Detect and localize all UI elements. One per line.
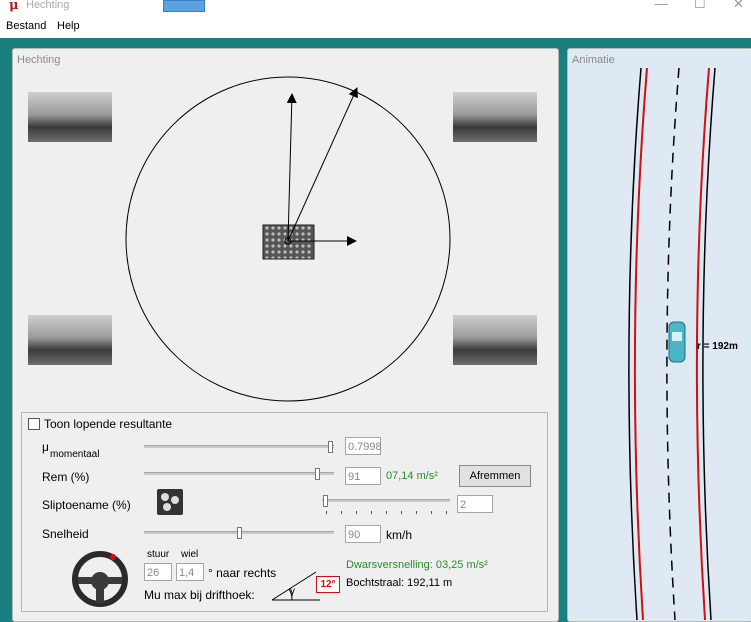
speed-label: Snelheid <box>42 527 89 541</box>
menu-bar: Bestand Help <box>0 16 751 38</box>
panel-title: Hechting <box>17 54 61 66</box>
road-edge-left-red <box>633 68 648 620</box>
speed-unit: km/h <box>386 528 413 542</box>
show-resultant-checkbox[interactable] <box>28 418 40 430</box>
angle-value-box: 12° <box>316 576 340 593</box>
mu-subscript: momentaal <box>50 449 100 460</box>
friction-circle-diagram <box>125 76 451 402</box>
force-arrow-diagonal <box>287 87 358 242</box>
mu-value-field[interactable]: 0.7998 <box>345 437 382 455</box>
slip-slider-track <box>322 499 450 502</box>
slip-label: Sliptoename (%) <box>42 498 131 512</box>
radius-label: r = 192m <box>697 341 738 352</box>
title-bar: μ Hechting — ☐ ✕ <box>0 0 751 16</box>
animation-panel-title: Animatie <box>572 54 615 66</box>
car-icon <box>668 321 686 363</box>
rem-slider-track <box>144 472 334 475</box>
tire-image-front-right <box>453 92 537 142</box>
rem-label: Rem (%) <box>42 470 90 484</box>
rem-deceleration: 07,14 m/s² <box>386 470 438 482</box>
stuur-label: stuur <box>147 549 170 560</box>
close-icon[interactable]: ✕ <box>733 0 744 12</box>
maximize-icon[interactable]: ☐ <box>694 0 706 12</box>
mu-max-label: Mu max bij drifthoek: <box>144 588 255 602</box>
tire-image-front-left <box>28 92 112 142</box>
tire-image-rear-right <box>453 315 537 365</box>
app-icon: μ <box>9 0 19 13</box>
taskbar-highlight <box>163 0 205 12</box>
gamma-symbol: γ <box>290 586 295 597</box>
tire-image-rear-left <box>28 315 112 365</box>
slip-slider-ticks <box>326 511 448 514</box>
menu-bestand[interactable]: Bestand <box>6 20 46 32</box>
rem-value-field[interactable]: 91 <box>345 467 381 485</box>
mu-slider-thumb[interactable] <box>328 441 334 453</box>
rem-slider-thumb[interactable] <box>314 468 320 480</box>
speed-slider-thumb[interactable] <box>237 527 242 539</box>
show-resultant-label: Toon lopende resultante <box>44 417 173 431</box>
speed-value-field[interactable]: 90 <box>345 525 381 543</box>
wiel-field[interactable]: 1,4 <box>176 563 204 581</box>
mu-symbol: μ <box>42 440 49 454</box>
brake-button[interactable]: Afremmen <box>459 465 531 487</box>
window-title: Hechting <box>26 0 70 11</box>
force-arrow-vertical <box>286 93 297 242</box>
slip-value-field[interactable]: 2 <box>457 495 493 513</box>
slip-slider-thumb[interactable] <box>322 495 328 507</box>
minimize-icon[interactable]: — <box>655 0 668 11</box>
mu-slider-track <box>144 445 334 448</box>
menu-help[interactable]: Help <box>57 20 80 32</box>
wiel-label: wiel <box>181 549 199 560</box>
stuur-field[interactable]: 26 <box>144 563 172 581</box>
curve-radius: Bochtstraal: 192,11 m <box>346 577 453 589</box>
steering-wheel-icon <box>72 551 128 607</box>
right-degrees-label: ° naar rechts <box>208 566 277 580</box>
tread-icon <box>157 489 183 515</box>
lateral-acceleration: Dwarsversnelling: 03,25 m/s² <box>346 559 488 571</box>
